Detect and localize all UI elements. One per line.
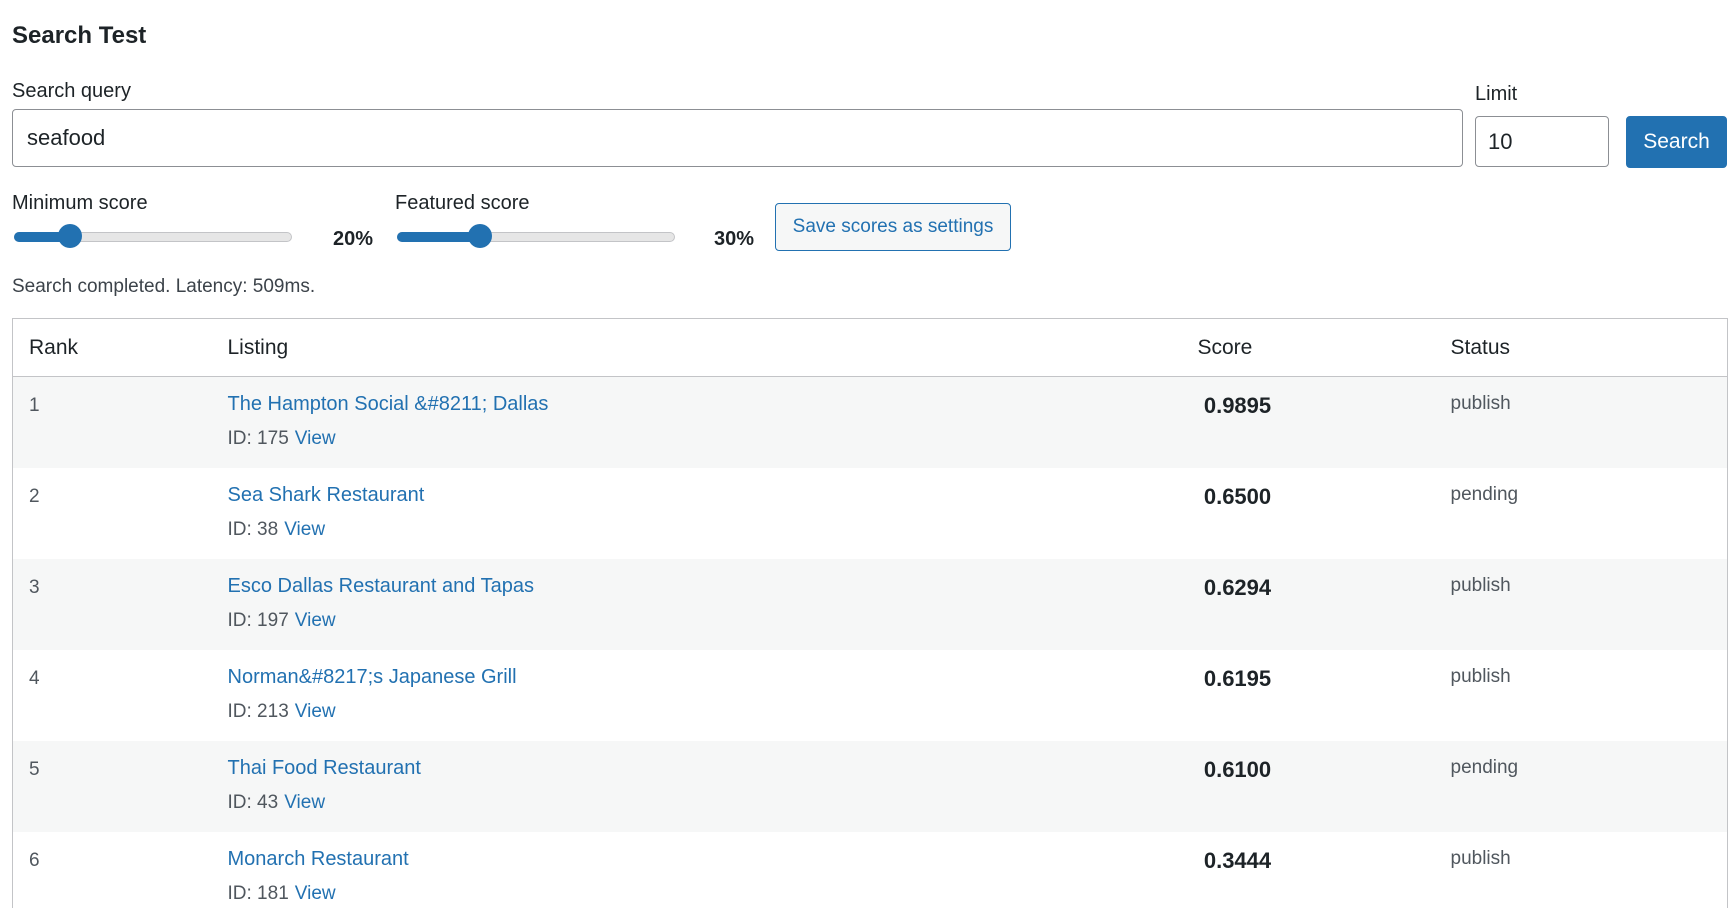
listing-id: ID: 43: [227, 791, 279, 813]
rank-cell: 4: [12, 649, 212, 741]
rank-cell: 1: [12, 376, 212, 468]
score-value: 0.6195: [1203, 665, 1272, 691]
status-cell: pending: [1450, 467, 1728, 559]
listing-id: ID: 213: [227, 700, 289, 722]
listing-cell: Esco Dallas Restaurant and Tapas ID: 197…: [211, 558, 1198, 650]
score-value: 0.3444: [1203, 847, 1272, 873]
score-cell: 0.9895: [1197, 376, 1451, 468]
minimum-score-value: 20%: [333, 228, 374, 250]
table-row: 2 Sea Shark Restaurant ID: 38 View 0.6500…: [12, 467, 1728, 559]
listing-meta: ID: 197 View: [228, 610, 1198, 632]
column-header-rank: Rank: [12, 318, 212, 377]
column-header-score: Score: [1197, 318, 1451, 377]
table-row: 4 Norman&#8217;s Japanese Grill ID: 213 V…: [12, 649, 1728, 741]
status-cell: publish: [1450, 558, 1728, 650]
rank-cell: 3: [12, 558, 212, 650]
limit-input[interactable]: [1475, 116, 1609, 167]
featured-score-slider[interactable]: [397, 224, 675, 248]
listing-id: ID: 38: [227, 518, 279, 540]
listing-cell: Sea Shark Restaurant ID: 38 View: [211, 467, 1198, 559]
score-cell: 0.3444: [1197, 831, 1451, 908]
score-value: 0.9895: [1203, 393, 1272, 418]
page-title: Search Test: [12, 22, 147, 49]
score-value: 0.6100: [1203, 756, 1272, 782]
score-value: 0.6294: [1203, 574, 1272, 600]
view-link[interactable]: View: [295, 428, 336, 449]
listing-cell: Monarch Restaurant ID: 181 View: [211, 831, 1198, 908]
featured-score-label: Featured score: [395, 192, 530, 214]
table-row: 1 The Hampton Social &#8211; Dallas ID: …: [12, 376, 1728, 468]
table-row: 6 Monarch Restaurant ID: 181 View 0.3444 …: [12, 831, 1728, 908]
column-header-listing: Listing: [211, 318, 1198, 377]
view-link[interactable]: View: [295, 610, 336, 631]
listing-cell: Thai Food Restaurant ID: 43 View: [211, 740, 1198, 832]
slider-thumb[interactable]: [468, 224, 493, 248]
listing-meta: ID: 213 View: [228, 701, 1198, 723]
search-button[interactable]: Search: [1626, 116, 1727, 168]
limit-label: Limit: [1475, 83, 1518, 105]
results-table: Rank Listing Score Status 1 The Hampton …: [12, 318, 1728, 908]
column-header-status: Status: [1450, 318, 1728, 377]
rank-cell: 2: [12, 467, 212, 559]
rank-cell: 6: [12, 831, 212, 908]
minimum-score-label: Minimum score: [12, 192, 148, 214]
listing-meta: ID: 43 View: [228, 792, 1198, 814]
listing-title-link[interactable]: The Hampton Social &#8211; Dallas: [228, 393, 549, 416]
table-row: 5 Thai Food Restaurant ID: 43 View 0.6100…: [12, 740, 1728, 832]
view-link[interactable]: View: [295, 883, 336, 904]
listing-title-link[interactable]: Esco Dallas Restaurant and Tapas: [228, 575, 534, 598]
slider-thumb[interactable]: [57, 224, 82, 248]
status-cell: publish: [1450, 376, 1728, 468]
status-cell: publish: [1450, 831, 1728, 908]
listing-title-link[interactable]: Norman&#8217;s Japanese Grill: [228, 666, 517, 689]
search-query-label: Search query: [12, 80, 131, 102]
view-link[interactable]: View: [284, 792, 325, 813]
featured-score-value: 30%: [714, 228, 755, 250]
listing-id: ID: 197: [227, 609, 289, 631]
score-value: 0.6500: [1203, 483, 1272, 509]
listing-meta: ID: 38 View: [228, 519, 1198, 541]
listing-title-link[interactable]: Monarch Restaurant: [228, 848, 409, 871]
view-link[interactable]: View: [284, 519, 325, 540]
search-query-input[interactable]: [12, 109, 1463, 167]
search-status-text: Search completed. Latency: 509ms.: [12, 276, 316, 297]
listing-title-link[interactable]: Sea Shark Restaurant: [228, 484, 425, 507]
score-cell: 0.6294: [1197, 558, 1451, 650]
listing-id: ID: 181: [227, 882, 289, 904]
listing-meta: ID: 175 View: [228, 428, 1198, 450]
score-cell: 0.6500: [1197, 467, 1451, 559]
score-cell: 0.6195: [1197, 649, 1451, 741]
listing-title-link[interactable]: Thai Food Restaurant: [228, 757, 421, 780]
status-cell: pending: [1450, 740, 1728, 832]
view-link[interactable]: View: [295, 701, 336, 722]
table-row: 3 Esco Dallas Restaurant and Tapas ID: 1…: [12, 558, 1728, 650]
save-scores-button[interactable]: Save scores as settings: [775, 203, 1011, 251]
rank-cell: 5: [12, 740, 212, 832]
minimum-score-slider[interactable]: [14, 224, 292, 248]
listing-id: ID: 175: [227, 428, 289, 449]
score-cell: 0.6100: [1197, 740, 1451, 832]
listing-cell: Norman&#8217;s Japanese Grill ID: 213 Vie…: [211, 649, 1198, 741]
listing-meta: ID: 181 View: [228, 883, 1198, 905]
table-header-row: Rank Listing Score Status: [12, 318, 1728, 377]
status-cell: publish: [1450, 649, 1728, 741]
listing-cell: The Hampton Social &#8211; Dallas ID: 17…: [211, 376, 1198, 468]
